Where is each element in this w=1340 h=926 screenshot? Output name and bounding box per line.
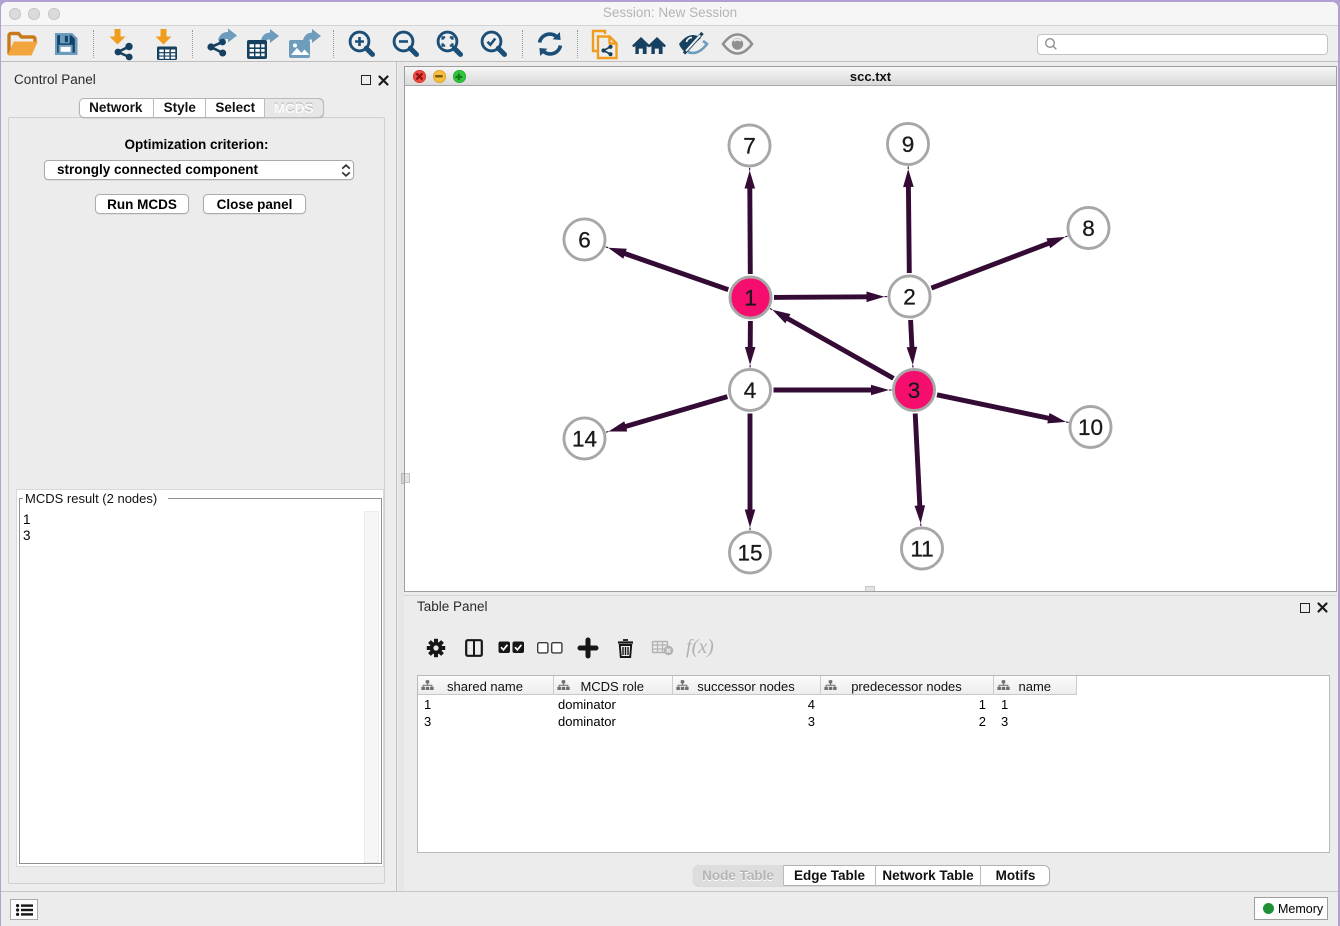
svg-text:10: 10 bbox=[1078, 415, 1103, 440]
svg-text:4: 4 bbox=[744, 378, 757, 403]
svg-text:2: 2 bbox=[903, 285, 916, 310]
svg-text:1: 1 bbox=[744, 286, 757, 311]
svg-text:14: 14 bbox=[572, 427, 597, 452]
svg-text:6: 6 bbox=[578, 228, 591, 253]
svg-text:7: 7 bbox=[743, 134, 756, 159]
svg-text:11: 11 bbox=[910, 537, 933, 562]
svg-text:3: 3 bbox=[908, 378, 921, 403]
svg-text:9: 9 bbox=[902, 132, 915, 157]
svg-text:8: 8 bbox=[1082, 216, 1095, 241]
svg-text:15: 15 bbox=[737, 541, 762, 566]
